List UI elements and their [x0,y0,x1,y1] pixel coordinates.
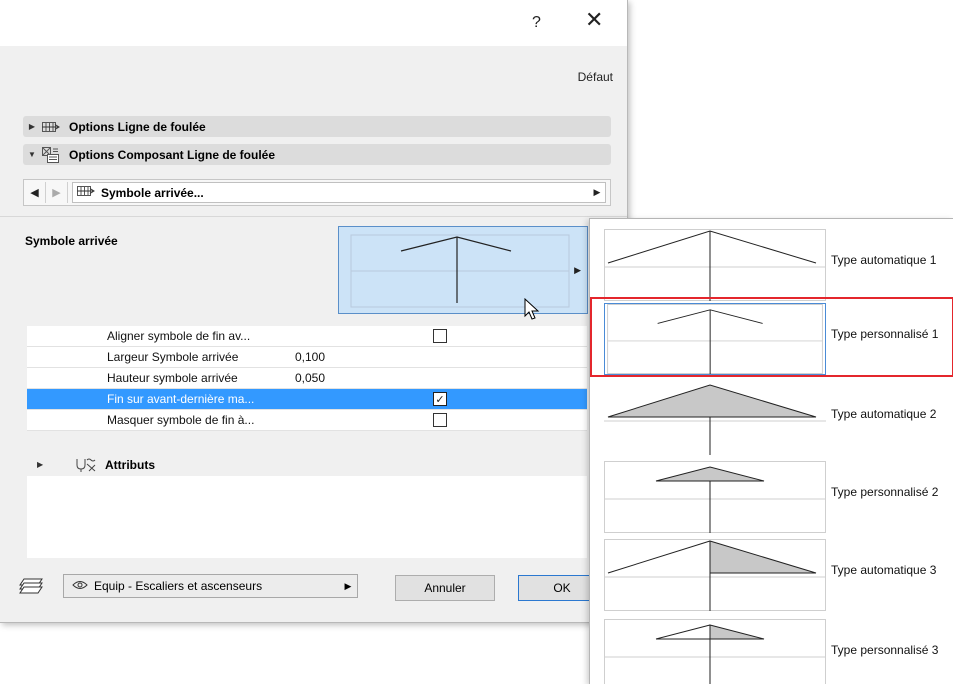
param-name: Masquer symbole de fin à... [107,413,255,427]
walking-line-icon [41,120,61,134]
title-bar: ? ✕ [0,0,627,46]
component-navigator: ◀ ▶ Symbole arrivée... ▶ [23,179,611,206]
mouse-cursor-icon [524,297,542,325]
eye-icon [72,579,90,593]
param-value[interactable]: 0,050 [295,371,325,385]
layers-icon [18,577,44,598]
component-selector-label: Symbole arrivée... [101,185,204,200]
item-label: Type automatique 1 [831,253,937,267]
dialog-footer: Equip - Escaliers et ascenseurs ▶ Annule… [0,560,627,622]
symbol-thumbnail [604,384,826,455]
section-label: Options Composant Ligne de foulée [69,147,276,162]
section-label: Options Ligne de foulée [69,119,206,134]
list-item-auto-3[interactable]: Type automatique 3 [590,533,953,613]
item-label: Type personnalisé 3 [831,643,939,657]
item-label: Type personnalisé 2 [831,485,939,499]
previous-button[interactable]: ◀ [24,182,46,203]
symbol-thumbnail [604,303,826,375]
param-row-arrival-width[interactable]: Largeur Symbole arrivée 0,100 [27,347,587,368]
item-label: Type automatique 3 [831,563,937,577]
param-row-arrival-height[interactable]: Hauteur symbole arrivée 0,050 [27,368,587,389]
list-item-custom-1[interactable]: Type personnalisé 1 [590,297,953,377]
walking-line-icon [77,185,95,200]
symbol-preview-graphic [350,234,570,308]
layer-name: Equip - Escaliers et ascenseurs [94,579,263,593]
divider [0,216,627,217]
symbol-preview-picker[interactable]: ▶ [338,226,588,314]
param-name: Fin sur avant-dernière ma... [107,392,255,406]
component-selector[interactable]: Symbole arrivée... ▶ [72,182,606,203]
symbol-label: Symbole arrivée [25,234,118,248]
end-on-penultimate-checkbox[interactable]: ✓ [433,392,447,406]
param-name: Aligner symbole de fin av... [107,329,251,343]
list-item-auto-1[interactable]: Type automatique 1 [590,223,953,303]
chevron-right-icon: ▶ [344,580,352,591]
section-walking-line-options[interactable]: ▶ Options Ligne de foulée [23,116,611,137]
layer-selector[interactable]: Equip - Escaliers et ascenseurs ▶ [63,574,358,598]
symbol-thumbnail [604,619,826,684]
default-label[interactable]: Défaut [578,70,613,84]
param-row-align-end-symbol[interactable]: Aligner symbole de fin av... [27,326,587,347]
attributes-label: Attributs [105,458,155,472]
hide-end-symbol-checkbox[interactable] [433,413,447,427]
close-button[interactable]: ✕ [585,8,603,33]
collapse-arrow-icon: ▼ [28,150,36,159]
param-row-end-on-penultimate[interactable]: Fin sur avant-dernière ma... ✓ [27,389,587,410]
parameter-list: Aligner symbole de fin av... Largeur Sym… [27,326,587,431]
list-item-auto-2[interactable]: Type automatique 2 [590,377,953,457]
align-end-symbol-checkbox[interactable] [433,329,447,343]
symbol-thumbnail [604,229,826,301]
item-label: Type automatique 2 [831,407,937,421]
param-name: Hauteur symbole arrivée [107,371,238,385]
param-value[interactable]: 0,100 [295,350,325,364]
parameter-list-empty-area [27,476,587,558]
list-item-custom-3[interactable]: Type personnalisé 3 [590,613,953,684]
symbol-thumbnail [604,539,826,611]
symbol-type-popup: Type automatique 1 Type personnalisé 1 T… [589,218,953,684]
expand-arrow-icon: ▶ [28,122,36,131]
chevron-right-icon: ▶ [574,265,581,275]
attributes-group[interactable]: ▶ Attributs [27,452,587,480]
cancel-button[interactable]: Annuler [395,575,495,601]
attributes-icon [75,457,97,476]
item-label: Type personnalisé 1 [831,327,939,341]
param-row-hide-end-symbol[interactable]: Masquer symbole de fin à... [27,410,587,431]
help-button[interactable]: ? [532,14,541,32]
next-button[interactable]: ▶ [46,182,68,203]
symbol-thumbnail [604,461,826,533]
section-walking-line-component-options[interactable]: ▼ Options Composant Ligne de foulée [23,144,611,165]
expand-arrow-icon: ▶ [37,460,44,469]
chevron-right-icon: ▶ [593,187,601,197]
component-icon [41,146,61,163]
param-name: Largeur Symbole arrivée [107,350,239,364]
list-item-custom-2[interactable]: Type personnalisé 2 [590,455,953,535]
